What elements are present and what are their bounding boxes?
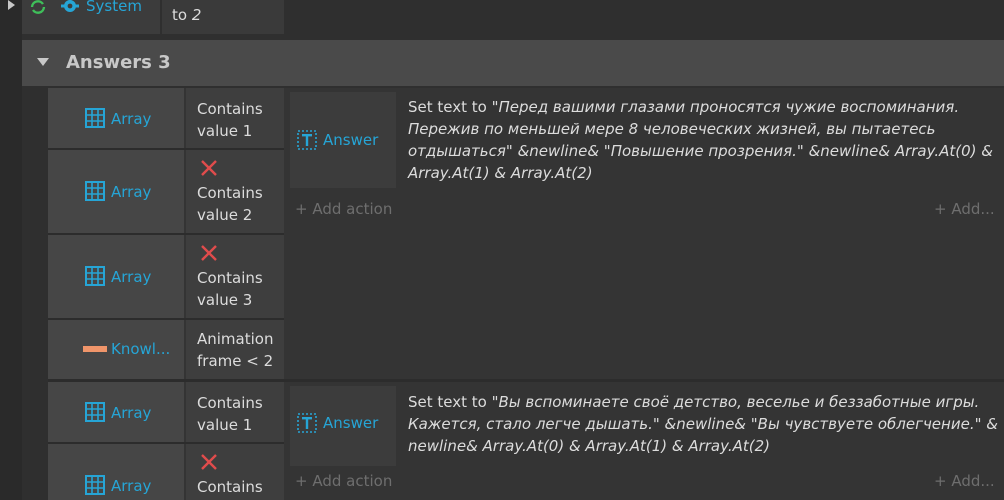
condition-object-label[interactable]: Array (111, 183, 151, 201)
action-italic: "Перед вашими глазами проносятся чужие в… (491, 98, 960, 116)
condition-line2: value 1 (197, 416, 253, 434)
action-object-label[interactable]: Answer (323, 414, 378, 432)
action-italic: отдышаться" &newline& "Повышение прозрен… (408, 142, 993, 160)
left-gutter (0, 0, 22, 500)
condition-object-label[interactable]: Array (111, 268, 151, 286)
sprite-bar-icon (83, 346, 107, 352)
condition-line2: value 2 (197, 206, 253, 224)
action-italic: Пережив по меньшей мере 8 человеческих ж… (408, 120, 936, 138)
grid-icon (85, 475, 105, 499)
condition-line2: frame < 2 (197, 352, 274, 370)
condition-text[interactable]: Contains value 1 (197, 98, 263, 142)
system-object-label[interactable]: System (86, 0, 142, 15)
action-object-label[interactable]: Answer (323, 131, 378, 149)
action-italic: newline& Array.At(0) & Array.At(1) & Arr… (408, 437, 770, 455)
add-more-button[interactable]: + Add... (934, 200, 995, 218)
x-icon (200, 159, 218, 181)
group-title: Answers 3 (66, 52, 171, 73)
condition-line2: value 3 (197, 291, 253, 309)
add-action-label: Add action (312, 200, 393, 218)
condition-text[interactable]: Animation frame < 2 (197, 328, 273, 372)
action-italic: Array.At(1) & Array.At(2) (408, 164, 593, 182)
add-more-label: Add... (951, 472, 995, 490)
condition-divider (48, 233, 284, 235)
add-action-button[interactable]: + Add action (295, 472, 392, 490)
add-more-label: Add... (951, 200, 995, 218)
condition-divider (48, 318, 284, 320)
condition-object-label[interactable]: Array (111, 404, 151, 422)
x-icon (200, 453, 218, 475)
condition-line2: value 1 (197, 122, 253, 140)
gear-icon (60, 0, 80, 18)
condition-text[interactable]: Contains (197, 476, 263, 498)
add-more-button[interactable]: + Add... (934, 472, 995, 490)
param-value: 2 (191, 6, 202, 24)
condition-object-label[interactable]: Array (111, 477, 151, 495)
group-indent (22, 86, 48, 500)
x-icon (200, 244, 218, 266)
condition-line1: Contains (197, 184, 263, 202)
action-italic: Кажется, стало легче дышать." &newline& … (408, 415, 998, 433)
text-object-icon (297, 413, 317, 437)
condition-text[interactable]: Contains value 2 (197, 182, 263, 226)
condition-text[interactable]: Contains value 3 (197, 267, 263, 311)
condition-text[interactable]: Contains value 1 (197, 392, 263, 436)
action-plain: Set text to (408, 393, 492, 411)
condition-line1: Contains (197, 100, 263, 118)
collapse-arrow-icon[interactable] (37, 58, 49, 66)
action-plain: Set text to (408, 98, 492, 116)
action-text[interactable]: Set text to "Перед вашими глазами пронос… (408, 96, 998, 184)
top-param-text: to 2 (172, 6, 201, 24)
grid-icon (85, 266, 105, 290)
condition-object-label[interactable]: Array (111, 110, 151, 128)
grid-icon (85, 181, 105, 205)
param-prefix: to (172, 6, 188, 24)
add-action-button[interactable]: + Add action (295, 200, 392, 218)
grid-icon (85, 402, 105, 426)
condition-object-label[interactable]: Knowl... (111, 340, 170, 358)
condition-divider (48, 442, 284, 444)
expand-arrow-icon[interactable] (8, 0, 15, 10)
action-text[interactable]: Set text to "Вы вспоминаете своё детство… (408, 391, 998, 457)
action-italic: "Вы вспоминаете своё детство, веселье и … (491, 393, 980, 411)
text-object-icon (297, 130, 317, 154)
condition-line1: Contains (197, 394, 263, 412)
condition-divider (48, 148, 284, 150)
condition-line1: Contains (197, 269, 263, 287)
condition-line1: Animation (197, 330, 274, 348)
add-action-label: Add action (312, 472, 393, 490)
grid-icon (85, 108, 105, 132)
refresh-icon (29, 0, 47, 18)
